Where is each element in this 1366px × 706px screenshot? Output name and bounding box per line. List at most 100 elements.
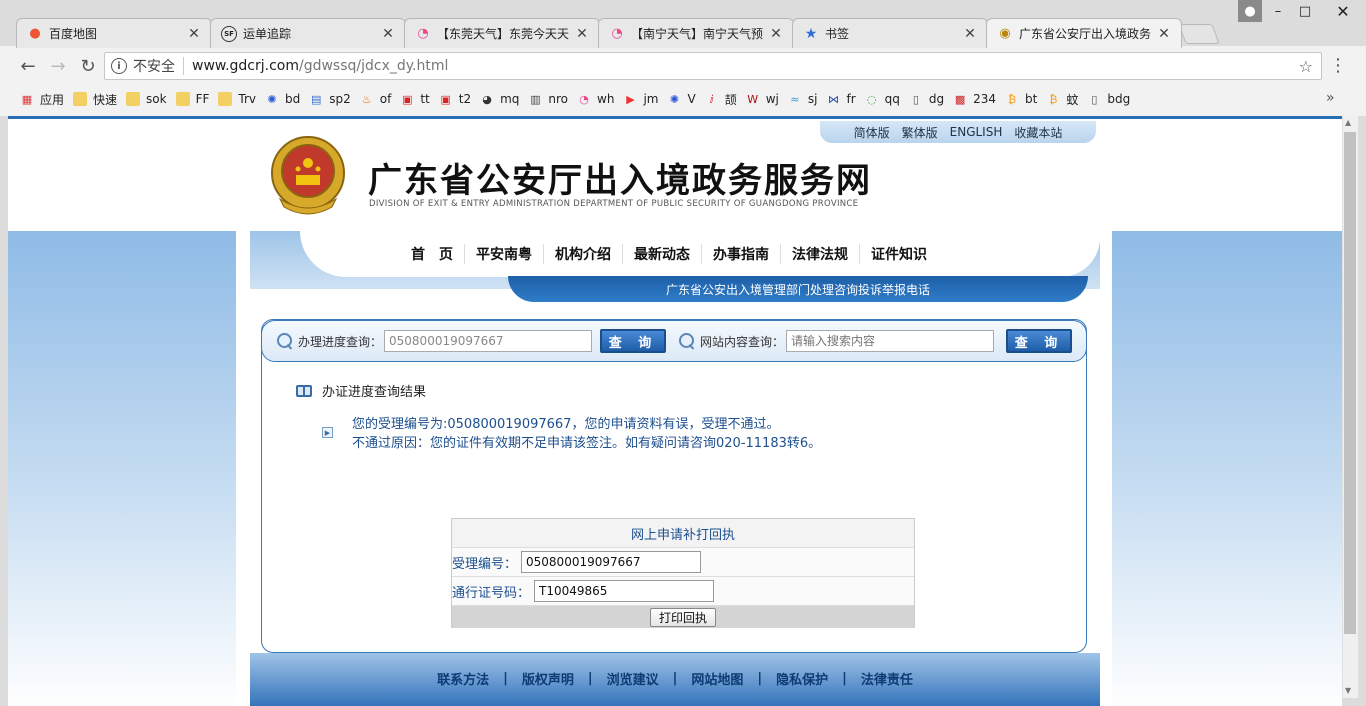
print-receipt-button[interactable]: 打印回执 [649,607,716,627]
bookmark-label: wj [765,92,779,106]
result-line-1: 您的受理编号为:050800019097667，您的申请资料有误，受理不通过。 [352,417,780,432]
scrollbar-thumb[interactable] [1344,132,1356,634]
book-icon [296,384,312,397]
bookmark-item[interactable]: ▣ tt [400,92,430,106]
new-tab-button[interactable] [1178,24,1220,44]
page-icon: ▯ [912,92,919,106]
bookmark-label: t2 [458,92,472,106]
tv-icon: ▥ [530,92,541,106]
bookmark-item[interactable]: ♨ of [360,92,392,106]
bookmark-item[interactable]: Wwj [746,92,779,106]
bookmark-item[interactable]: Trv [218,92,256,106]
bookmark-item[interactable]: ◌ qq [865,92,900,106]
footer-link[interactable]: 浏览建议 [593,669,673,688]
bookmark-label: sj [807,92,818,106]
permit-number-row: 通行证号码： [452,577,914,606]
weather-icon: ◔ [611,26,623,41]
footer-link[interactable]: 法律责任 [847,669,927,688]
nav-laws[interactable]: 法律法规 [781,244,860,264]
maximize-button[interactable]: □ [1292,0,1318,22]
tab-baidu-map[interactable]: ● 百度地图 ✕ [16,18,212,48]
bookmark-label: fr [846,92,856,106]
info-icon[interactable]: i [111,58,127,74]
scroll-up-icon[interactable]: ▲ [1345,118,1351,127]
nav-documents[interactable]: 证件知识 [860,244,938,264]
link-simplified[interactable]: 简体版 [854,124,890,141]
close-window-button[interactable]: ✕ [1320,0,1366,22]
nav-about[interactable]: 机构介绍 [544,244,623,264]
user-icon[interactable]: ● [1238,0,1262,22]
reload-icon[interactable]: ↻ [74,52,102,80]
bookmarks-more-button[interactable]: » [1326,90,1335,106]
close-icon[interactable]: ✕ [1157,26,1171,42]
close-icon[interactable]: ✕ [963,26,977,42]
link-traditional[interactable]: 繁体版 [902,124,938,141]
close-icon[interactable]: ✕ [575,26,589,42]
bookmark-item[interactable]: ▯ bdg [1087,92,1130,106]
footer-link[interactable]: 联系方法 [423,669,503,688]
bookmark-item[interactable]: ≈ sj [788,92,818,106]
footer-link[interactable]: 网站地图 [677,669,757,688]
result-heading-text: 办证进度查询结果 [322,385,427,400]
close-icon[interactable]: ✕ [187,26,201,42]
tab-waybill[interactable]: SF 运单追踪 ✕ [210,18,406,48]
site-search-button[interactable]: 查 询 [1006,329,1073,353]
progress-query-button[interactable]: 查 询 [600,329,667,353]
footer-link[interactable]: 版权声明 [508,669,588,688]
bookmark-label: FF [195,92,210,106]
bookmark-item[interactable]: ▣ t2 [439,92,472,106]
w-icon: W [747,92,759,106]
bookmark-item[interactable]: ₿ bt [1005,92,1037,106]
link-bookmark-site[interactable]: 收藏本站 [1014,124,1062,141]
bookmark-item[interactable]: ✺ bd [265,92,300,106]
footer-link[interactable]: 隐私保护 [762,669,842,688]
menu-dots-icon[interactable]: ⋮ [1328,54,1348,78]
back-arrow-icon[interactable]: ← [14,52,42,80]
tab-title: 广东省公安厅出入境政务 [1019,27,1151,41]
bookmark-item[interactable]: ▶ jm [623,92,658,106]
close-icon[interactable]: ✕ [769,26,783,42]
nav-pingan-nanyue[interactable]: 平安南粤 [465,244,544,264]
minimize-button[interactable]: – [1265,0,1291,22]
tab-title: 【南宁天气】南宁天气预 [631,27,763,41]
bookmark-item[interactable]: FF [175,92,210,106]
bookmark-star-icon[interactable]: ☆ [1299,57,1313,76]
scroll-down-icon[interactable]: ▼ [1345,686,1351,695]
bookmark-item[interactable]: ◔ wh [577,92,614,106]
site-search-input[interactable] [786,330,995,352]
close-icon[interactable]: ✕ [381,26,395,42]
star-icon: ★ [804,25,818,42]
bookmark-item[interactable]: ✺ V [667,92,696,106]
tab-dongguan-weather[interactable]: ◔ 【东莞天气】东莞今天天 ✕ [404,18,600,48]
tab-gdcrj[interactable]: ◉ 广东省公安厅出入境政务 ✕ [986,18,1182,48]
hotline-banner[interactable]: 广东省公安出入境管理部门处理咨询投诉举报电话 [508,276,1088,302]
link-english[interactable]: ENGLISH [950,125,1003,139]
nav-news[interactable]: 最新动态 [623,244,702,264]
permit-number-input[interactable] [534,580,715,602]
bookmark-item[interactable]: ▦ 应用 [20,91,64,108]
bookmark-label: sp2 [329,92,351,106]
forward-arrow-icon[interactable]: → [44,52,72,80]
bookmark-item[interactable]: ⋈ fr [826,92,856,106]
nav-guide[interactable]: 办事指南 [702,244,781,264]
tab-bookmarks[interactable]: ★ 书签 ✕ [792,18,988,48]
bookmark-item[interactable]: 快速 [73,91,117,108]
progress-query-input[interactable] [384,330,593,352]
result-message: 您的受理编号为:050800019097667，您的申请资料有误，受理不通过。 … [352,415,821,453]
address-bar[interactable]: i 不安全 www.gdcrj.com/gdwssq/jdcx_dy.html … [104,52,1322,80]
tab-nanning-weather[interactable]: ◔ 【南宁天气】南宁天气预 ✕ [598,18,794,48]
divider [183,57,184,75]
bookmark-item[interactable]: ▥ nro [528,92,568,106]
bookmark-item[interactable]: ▯ dg [909,92,944,106]
accept-number-input[interactable] [521,551,702,573]
bookmark-item[interactable]: ▤ sp2 [309,92,351,106]
sf-icon: SF [221,25,237,42]
bookmark-item[interactable]: ◕ mq [480,92,519,106]
bookmark-item[interactable]: sok [126,92,167,106]
main-nav: 首 页 平安南粤 机构介绍 最新动态 办事指南 法律法规 证件知识 [400,231,938,277]
bookmark-item[interactable]: ⅈ颉 [705,91,737,108]
bookmark-item[interactable]: ₿ 蚊 [1046,91,1078,108]
news-icon: ▣ [440,92,451,106]
nav-home[interactable]: 首 页 [400,244,465,264]
bookmark-item[interactable]: ▩ 234 [953,92,996,106]
